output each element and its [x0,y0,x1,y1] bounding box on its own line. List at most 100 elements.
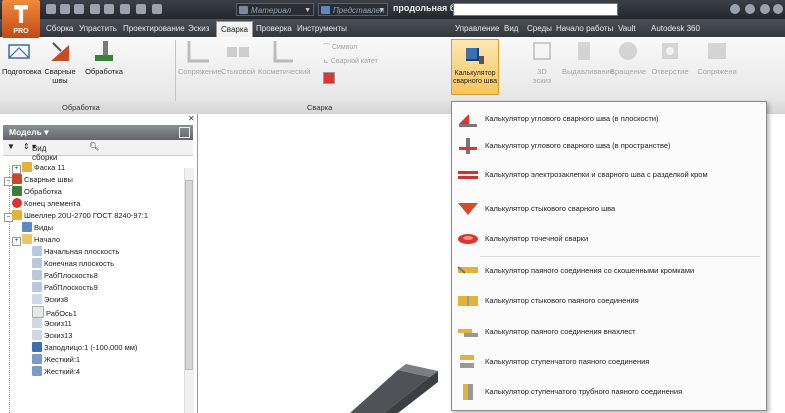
appearance-combo[interactable]: Представлен ▼ [318,3,388,16]
home-icon[interactable] [120,4,130,14]
tab-environments[interactable]: Среды [527,22,552,36]
update-icon[interactable] [136,4,146,14]
tree-item-sketch-13[interactable]: Эскиз13 [32,330,72,342]
menu-item-tube-solder-joint[interactable]: Калькулятор ступенчатого трубного паяног… [454,379,760,405]
tree-item-end-plane[interactable]: Конечная плоскость [32,258,114,270]
user-icon[interactable] [745,4,755,14]
assembly-view-dropdown[interactable]: ⇕ Вид сборки ▾ [23,142,57,162]
new-icon[interactable] [46,4,56,14]
extrude-button[interactable]: Выдавливание [562,39,614,76]
search-input[interactable] [453,3,618,16]
menu-item-label: Калькулятор ступенчатого паяного соедине… [485,357,650,366]
menu-separator [480,256,760,257]
tab-design[interactable]: Проектирование [123,22,185,36]
appearance-combo-value: Представлен [333,6,385,15]
tree-item-label: Виды [34,223,53,232]
tree-item-sketch-8[interactable]: Эскиз8 [32,294,68,306]
menu-item-fillet-weld-planar[interactable]: Калькулятор углового сварного шва (в пло… [454,106,760,132]
tree-item-workplane-9[interactable]: РабПлоскость9 [32,282,98,294]
redo-icon[interactable] [104,4,114,14]
expand-icon[interactable]: + [12,237,21,246]
menu-item-butt-weld[interactable]: Калькулятор стыкового сварного шва [454,196,760,222]
tree-item-origin[interactable]: Начало [22,234,60,246]
tree-item-label: РабПлоскость9 [44,283,98,292]
fillet-weld-button[interactable]: Сопряжение [178,39,222,76]
tree-item-machining[interactable]: Обработка [12,186,62,198]
filter-icon[interactable]: ▼ [7,142,15,151]
groove-weld-button[interactable]: Стыковой [220,39,256,76]
tree-item-work-axis-1[interactable]: РабОсь1 [32,306,77,318]
tree-item-end-of-part[interactable]: Конец элемента [12,198,80,210]
tab-vault[interactable]: Vault [618,22,636,36]
menu-item-lap-solder-joint[interactable]: Калькулятор паяного соединения внахлест [454,319,760,345]
tab-autodesk-360[interactable]: Autodesk 360 [651,22,700,36]
browser-toolbar: ▼ ⇕ Вид сборки ▾ 🔍︎ [3,140,193,162]
tab-manage[interactable]: Управление [455,22,499,36]
revolve-button[interactable]: Вращение [610,39,646,76]
butt-weld-icon [458,203,478,215]
cosmetic-weld-button[interactable]: Косметический [258,39,310,76]
application-menu-button[interactable]: PRO [2,0,40,38]
tree-item-flush-1[interactable]: Заподлицо:1 (-100,000 мм) [32,342,137,354]
hole-button[interactable]: Отверстие [650,39,690,76]
cosmetic-weld-icon [273,41,293,63]
tab-weld[interactable]: Сварка [216,21,253,38]
tree-item-label: Начало [34,235,61,244]
tree-item-channel[interactable]: Швеллер 20U-2700 ГОСТ 8240-97:1 [12,210,148,222]
tree-item-workplane-8[interactable]: РабПлоскость8 [32,270,98,282]
menu-item-butt-solder-joint[interactable]: Калькулятор стыкового паяного соединения [454,288,760,314]
weld-symbol-button[interactable]: ⌒ Символ [323,42,357,52]
fillet-weld-planar-icon [459,114,477,127]
weld-report-icon[interactable] [323,72,335,84]
tab-sketch[interactable]: Эскиз [188,22,209,36]
tree-item-views[interactable]: Виды [22,222,53,234]
tab-inspect[interactable]: Проверка [256,22,292,36]
tree-item-label: Заподлицо:1 (-100,000 мм) [44,343,138,352]
save-icon[interactable] [74,4,84,14]
close-icon[interactable]: ✕ [188,114,195,123]
tree-item-start-plane[interactable]: Начальная плоскость [32,246,119,258]
browser-menu-icon[interactable] [179,127,190,138]
tab-simplify[interactable]: Упрастить [79,22,117,36]
weld-calculator-button[interactable]: Калькулятор сварного шва [451,39,499,95]
tab-assembly[interactable]: Сборка [46,22,73,36]
menu-item-step-solder-joint[interactable]: Калькулятор ступенчатого паяного соедине… [454,349,760,375]
tree-item-rigid-1[interactable]: Жесткий:1 [32,354,80,366]
welds-button[interactable]: Сварные швы [38,39,82,85]
menu-item-bevel-solder-joint[interactable]: Калькулятор паяного соединения со скошен… [454,258,760,284]
select-icon[interactable] [152,4,162,14]
weld-bead-button[interactable]: ⊾ Сварной катет [323,57,378,65]
browser-title-label: Модель [9,127,42,137]
browser-header[interactable]: Модель ▾ [3,125,193,140]
menu-item-plug-groove-weld[interactable]: Калькулятор электрозаклепки и сварного ш… [454,162,760,188]
preparation-button[interactable]: Подготовка [2,39,41,76]
tab-view[interactable]: Вид [504,22,518,36]
fillet-button[interactable]: Сопряжени [694,39,740,76]
tree-item-sketch-11[interactable]: Эскиз11 [32,318,72,330]
machining-button[interactable]: Обработка [84,39,124,76]
undo-icon[interactable] [90,4,100,14]
open-icon[interactable] [60,4,70,14]
search-icon[interactable] [730,4,740,14]
tree-item-rigid-4[interactable]: Жесткий:4 [32,366,80,378]
menu-item-label: Калькулятор электрозаклепки и сварного ш… [485,170,708,179]
plane-icon [32,246,42,256]
channel-beam-model[interactable] [280,322,480,413]
tab-tools[interactable]: Инструменты [297,22,347,36]
sketch-3d-button[interactable]: 3D эскиз [527,39,557,85]
menu-item-fillet-weld-spatial[interactable]: Калькулятор углового сварного шва (в про… [454,133,760,159]
help-icon[interactable] [773,4,783,14]
expand-icon[interactable]: + [12,165,21,174]
tab-get-started[interactable]: Начало работы [556,22,613,36]
tree-item-welds[interactable]: Сварные швы [12,174,73,186]
menu-item-label: Калькулятор углового сварного шва (в про… [485,141,671,150]
find-icon[interactable]: 🔍︎ [89,142,99,151]
tree-item-chamfer[interactable]: Фаска 11 [22,162,65,174]
material-combo[interactable]: Материал ▼ [236,3,314,16]
fillet-weld-spatial-icon [459,138,477,154]
menu-item-spot-weld[interactable]: Калькулятор точечной сварки [454,226,760,252]
tree-item-label: Сварные швы [24,175,73,184]
star-icon[interactable] [760,4,770,14]
tree-item-label: Конец элемента [24,199,81,208]
browser-scrollbar-thumb[interactable] [185,180,193,370]
